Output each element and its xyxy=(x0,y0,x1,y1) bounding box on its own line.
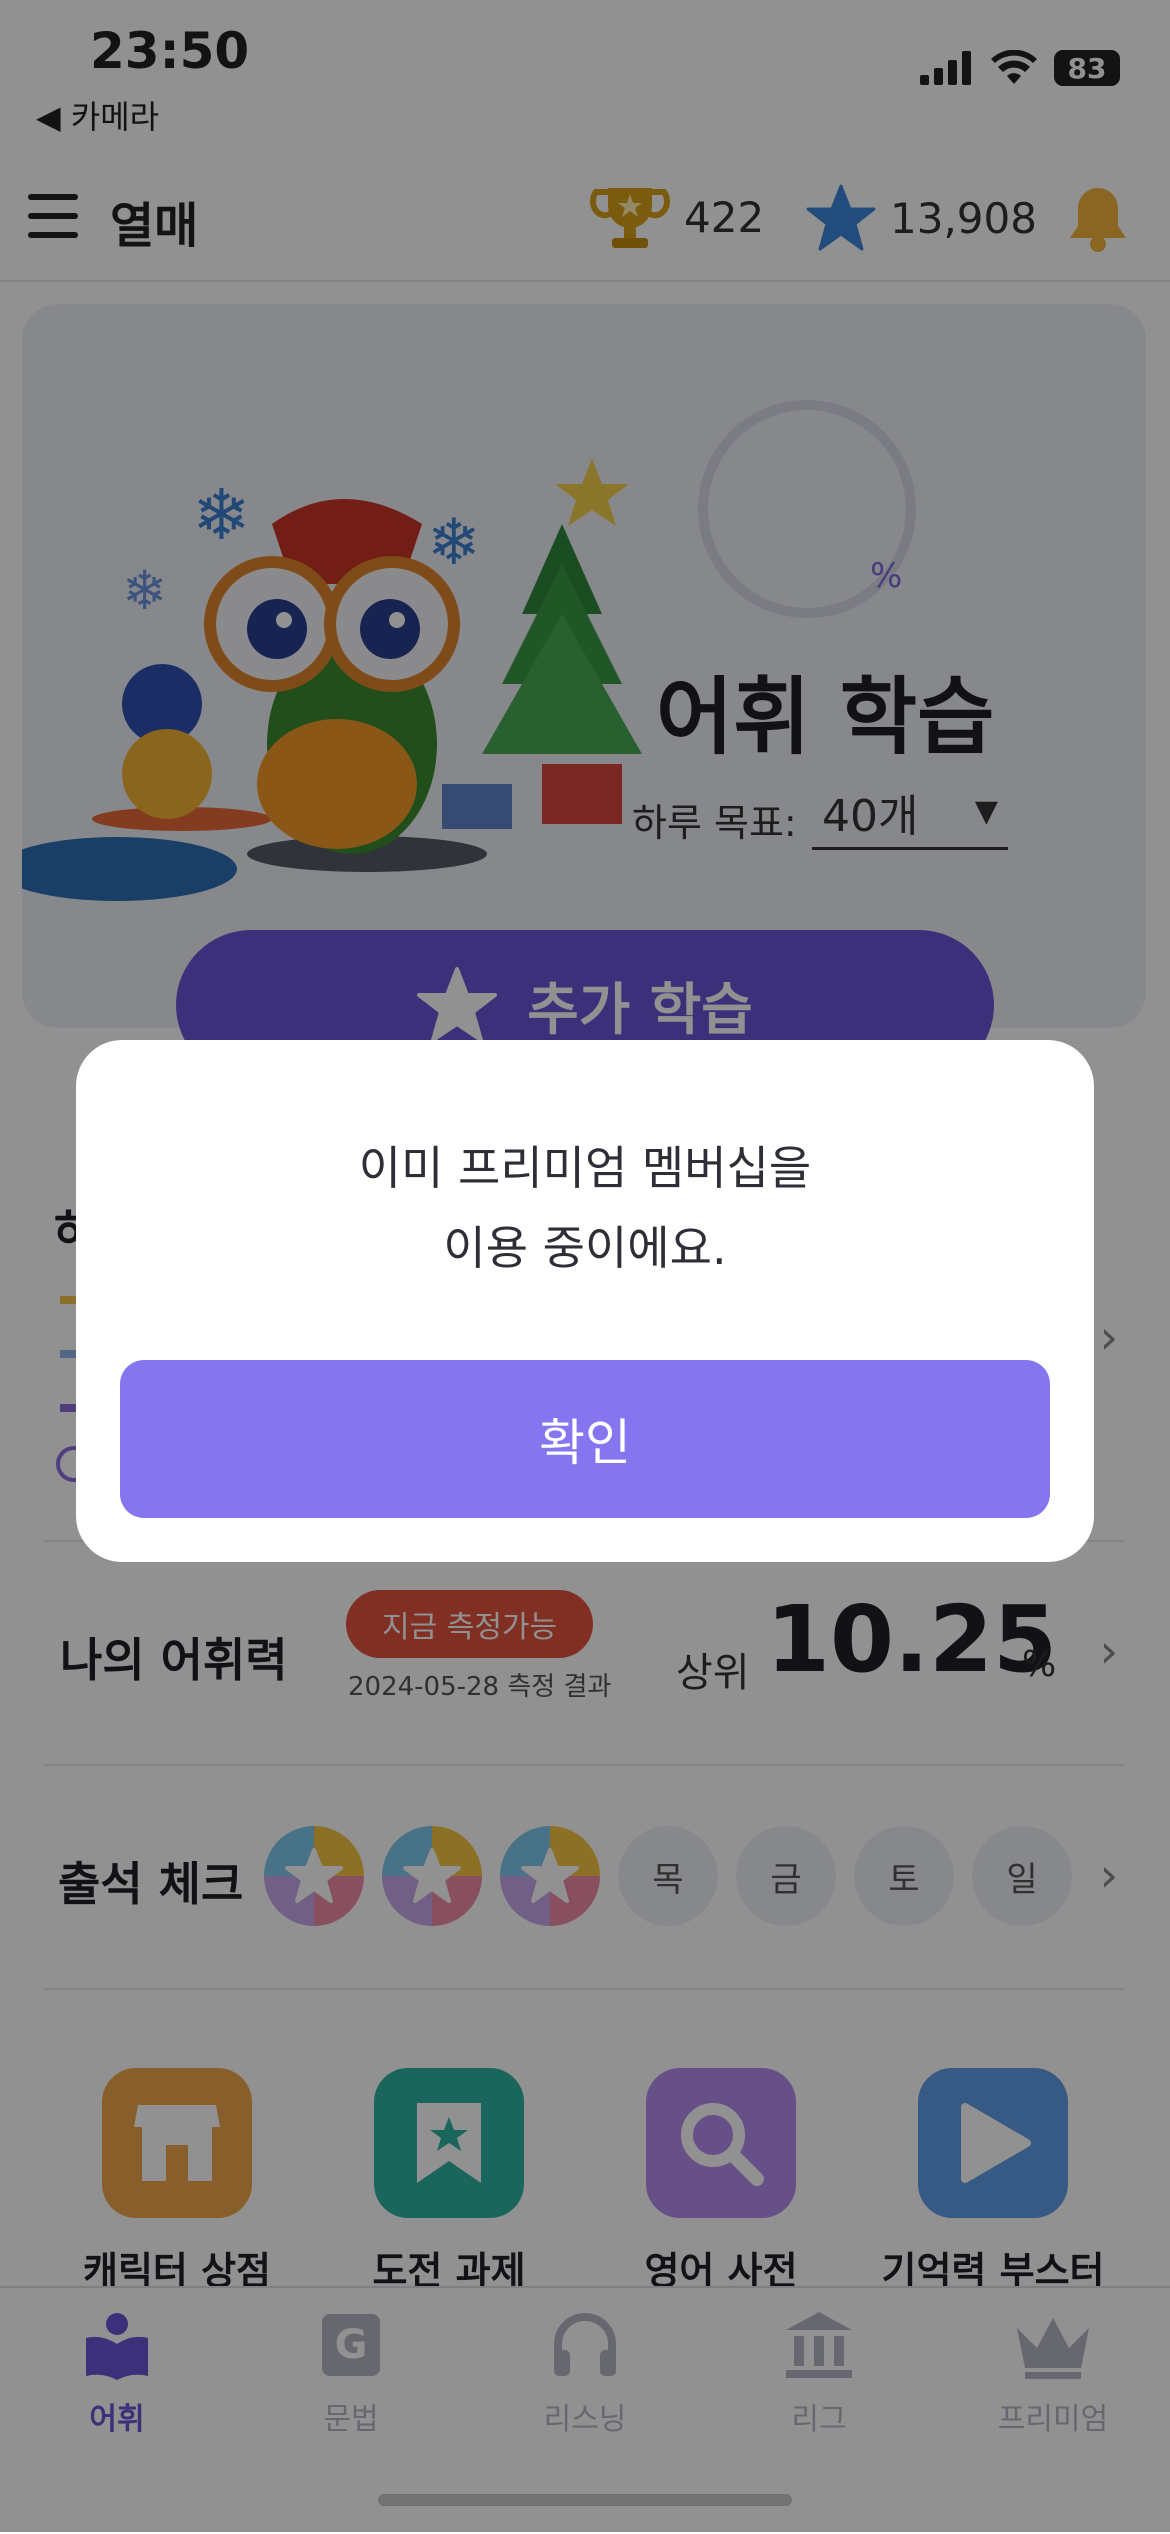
dialog-message-line1: 이미 프리미엄 멤버십을 xyxy=(358,1141,812,1195)
dialog-message: 이미 프리미엄 멤버십을 이용 중이에요. xyxy=(76,1128,1094,1288)
dialog-message-line2: 이용 중이에요. xyxy=(443,1221,727,1275)
premium-member-dialog: 이미 프리미엄 멤버십을 이용 중이에요. 확인 xyxy=(76,1040,1094,1562)
confirm-button[interactable]: 확인 xyxy=(120,1360,1050,1518)
